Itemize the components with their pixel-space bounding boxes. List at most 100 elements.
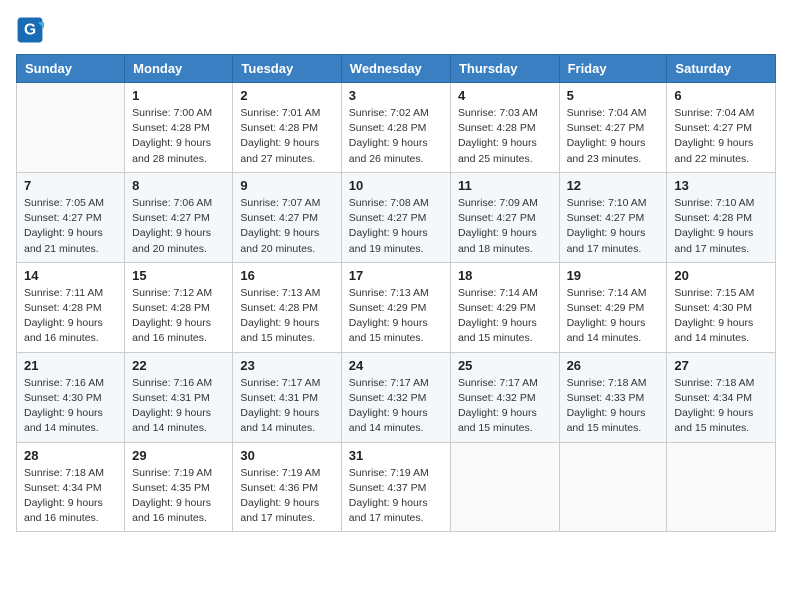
- day-number: 26: [567, 358, 660, 373]
- calendar-week-row: 7 Sunrise: 7:05 AM Sunset: 4:27 PM Daylig…: [17, 172, 776, 262]
- day-number: 29: [132, 448, 225, 463]
- day-number: 14: [24, 268, 117, 283]
- calendar-cell: [17, 83, 125, 173]
- day-info: Sunrise: 7:07 AM Sunset: 4:27 PM Dayligh…: [240, 196, 333, 257]
- day-number: 18: [458, 268, 552, 283]
- day-number: 1: [132, 88, 225, 103]
- day-info: Sunrise: 7:10 AM Sunset: 4:28 PM Dayligh…: [674, 196, 768, 257]
- day-number: 27: [674, 358, 768, 373]
- calendar-cell: 16 Sunrise: 7:13 AM Sunset: 4:28 PM Dayli…: [233, 262, 341, 352]
- day-number: 15: [132, 268, 225, 283]
- calendar-table: SundayMondayTuesdayWednesdayThursdayFrid…: [16, 54, 776, 532]
- day-number: 22: [132, 358, 225, 373]
- day-info: Sunrise: 7:19 AM Sunset: 4:36 PM Dayligh…: [240, 466, 333, 527]
- col-header-friday: Friday: [559, 55, 667, 83]
- page-header: G: [16, 16, 776, 44]
- day-number: 24: [349, 358, 443, 373]
- calendar-cell: 10 Sunrise: 7:08 AM Sunset: 4:27 PM Dayli…: [341, 172, 450, 262]
- day-info: Sunrise: 7:14 AM Sunset: 4:29 PM Dayligh…: [458, 286, 552, 347]
- calendar-cell: 12 Sunrise: 7:10 AM Sunset: 4:27 PM Dayli…: [559, 172, 667, 262]
- calendar-week-row: 28 Sunrise: 7:18 AM Sunset: 4:34 PM Dayli…: [17, 442, 776, 532]
- col-header-tuesday: Tuesday: [233, 55, 341, 83]
- calendar-cell: 19 Sunrise: 7:14 AM Sunset: 4:29 PM Dayli…: [559, 262, 667, 352]
- calendar-cell: 21 Sunrise: 7:16 AM Sunset: 4:30 PM Dayli…: [17, 352, 125, 442]
- calendar-cell: 8 Sunrise: 7:06 AM Sunset: 4:27 PM Daylig…: [125, 172, 233, 262]
- day-info: Sunrise: 7:14 AM Sunset: 4:29 PM Dayligh…: [567, 286, 660, 347]
- calendar-cell: 30Sunrise: 7:19 AM Sunset: 4:36 PM Dayli…: [233, 442, 341, 532]
- day-number: 8: [132, 178, 225, 193]
- calendar-cell: [450, 442, 559, 532]
- day-info: Sunrise: 7:09 AM Sunset: 4:27 PM Dayligh…: [458, 196, 552, 257]
- day-number: 28: [24, 448, 117, 463]
- day-number: 20: [674, 268, 768, 283]
- day-info: Sunrise: 7:16 AM Sunset: 4:31 PM Dayligh…: [132, 376, 225, 437]
- day-info: Sunrise: 7:18 AM Sunset: 4:33 PM Dayligh…: [567, 376, 660, 437]
- day-info: Sunrise: 7:16 AM Sunset: 4:30 PM Dayligh…: [24, 376, 117, 437]
- day-info: Sunrise: 7:18 AM Sunset: 4:34 PM Dayligh…: [674, 376, 768, 437]
- day-info: Sunrise: 7:06 AM Sunset: 4:27 PM Dayligh…: [132, 196, 225, 257]
- col-header-thursday: Thursday: [450, 55, 559, 83]
- calendar-cell: 15 Sunrise: 7:12 AM Sunset: 4:28 PM Dayli…: [125, 262, 233, 352]
- col-header-monday: Monday: [125, 55, 233, 83]
- day-info: Sunrise: 7:05 AM Sunset: 4:27 PM Dayligh…: [24, 196, 117, 257]
- calendar-cell: 23 Sunrise: 7:17 AM Sunset: 4:31 PM Dayli…: [233, 352, 341, 442]
- calendar-cell: 3Sunrise: 7:02 AM Sunset: 4:28 PM Daylig…: [341, 83, 450, 173]
- day-info: Sunrise: 7:11 AM Sunset: 4:28 PM Dayligh…: [24, 286, 117, 347]
- calendar-cell: 22 Sunrise: 7:16 AM Sunset: 4:31 PM Dayli…: [125, 352, 233, 442]
- calendar-cell: 29 Sunrise: 7:19 AM Sunset: 4:35 PM Dayli…: [125, 442, 233, 532]
- day-number: 19: [567, 268, 660, 283]
- calendar-week-row: 14 Sunrise: 7:11 AM Sunset: 4:28 PM Dayli…: [17, 262, 776, 352]
- col-header-wednesday: Wednesday: [341, 55, 450, 83]
- day-info: Sunrise: 7:17 AM Sunset: 4:31 PM Dayligh…: [240, 376, 333, 437]
- logo-icon: G: [16, 16, 44, 44]
- day-number: 6: [674, 88, 768, 103]
- calendar-cell: 13 Sunrise: 7:10 AM Sunset: 4:28 PM Dayli…: [667, 172, 776, 262]
- calendar-cell: [559, 442, 667, 532]
- logo: G: [16, 16, 48, 44]
- day-number: 5: [567, 88, 660, 103]
- day-info: Sunrise: 7:04 AM Sunset: 4:27 PM Dayligh…: [674, 106, 768, 167]
- calendar-cell: 31Sunrise: 7:19 AM Sunset: 4:37 PM Dayli…: [341, 442, 450, 532]
- day-info: Sunrise: 7:10 AM Sunset: 4:27 PM Dayligh…: [567, 196, 660, 257]
- calendar-cell: 2 Sunrise: 7:01 AM Sunset: 4:28 PM Daylig…: [233, 83, 341, 173]
- calendar-cell: 7 Sunrise: 7:05 AM Sunset: 4:27 PM Daylig…: [17, 172, 125, 262]
- day-info: Sunrise: 7:12 AM Sunset: 4:28 PM Dayligh…: [132, 286, 225, 347]
- calendar-cell: 5 Sunrise: 7:04 AM Sunset: 4:27 PM Daylig…: [559, 83, 667, 173]
- day-number: 10: [349, 178, 443, 193]
- calendar-week-row: 1 Sunrise: 7:00 AM Sunset: 4:28 PM Daylig…: [17, 83, 776, 173]
- day-info: Sunrise: 7:19 AM Sunset: 4:35 PM Dayligh…: [132, 466, 225, 527]
- calendar-cell: 24 Sunrise: 7:17 AM Sunset: 4:32 PM Dayli…: [341, 352, 450, 442]
- calendar-cell: 9 Sunrise: 7:07 AM Sunset: 4:27 PM Daylig…: [233, 172, 341, 262]
- day-number: 9: [240, 178, 333, 193]
- calendar-week-row: 21 Sunrise: 7:16 AM Sunset: 4:30 PM Dayli…: [17, 352, 776, 442]
- day-number: 7: [24, 178, 117, 193]
- day-info: Sunrise: 7:00 AM Sunset: 4:28 PM Dayligh…: [132, 106, 225, 167]
- day-number: 13: [674, 178, 768, 193]
- day-number: 17: [349, 268, 443, 283]
- day-info: Sunrise: 7:04 AM Sunset: 4:27 PM Dayligh…: [567, 106, 660, 167]
- calendar-cell: 27 Sunrise: 7:18 AM Sunset: 4:34 PM Dayli…: [667, 352, 776, 442]
- calendar-cell: 26 Sunrise: 7:18 AM Sunset: 4:33 PM Dayli…: [559, 352, 667, 442]
- day-info: Sunrise: 7:08 AM Sunset: 4:27 PM Dayligh…: [349, 196, 443, 257]
- day-info: Sunrise: 7:13 AM Sunset: 4:28 PM Dayligh…: [240, 286, 333, 347]
- day-info: Sunrise: 7:13 AM Sunset: 4:29 PM Dayligh…: [349, 286, 443, 347]
- day-info: Sunrise: 7:17 AM Sunset: 4:32 PM Dayligh…: [349, 376, 443, 437]
- day-info: Sunrise: 7:18 AM Sunset: 4:34 PM Dayligh…: [24, 466, 117, 527]
- day-number: 25: [458, 358, 552, 373]
- day-info: Sunrise: 7:02 AM Sunset: 4:28 PM Dayligh…: [349, 106, 443, 167]
- day-number: 4: [458, 88, 552, 103]
- col-header-sunday: Sunday: [17, 55, 125, 83]
- day-number: 12: [567, 178, 660, 193]
- calendar-cell: 4Sunrise: 7:03 AM Sunset: 4:28 PM Daylig…: [450, 83, 559, 173]
- day-number: 23: [240, 358, 333, 373]
- calendar-cell: 6 Sunrise: 7:04 AM Sunset: 4:27 PM Daylig…: [667, 83, 776, 173]
- day-info: Sunrise: 7:15 AM Sunset: 4:30 PM Dayligh…: [674, 286, 768, 347]
- day-number: 2: [240, 88, 333, 103]
- calendar-cell: 18 Sunrise: 7:14 AM Sunset: 4:29 PM Dayli…: [450, 262, 559, 352]
- day-number: 21: [24, 358, 117, 373]
- calendar-cell: 11Sunrise: 7:09 AM Sunset: 4:27 PM Dayli…: [450, 172, 559, 262]
- day-number: 16: [240, 268, 333, 283]
- calendar-cell: 25Sunrise: 7:17 AM Sunset: 4:32 PM Dayli…: [450, 352, 559, 442]
- day-info: Sunrise: 7:19 AM Sunset: 4:37 PM Dayligh…: [349, 466, 443, 527]
- day-info: Sunrise: 7:01 AM Sunset: 4:28 PM Dayligh…: [240, 106, 333, 167]
